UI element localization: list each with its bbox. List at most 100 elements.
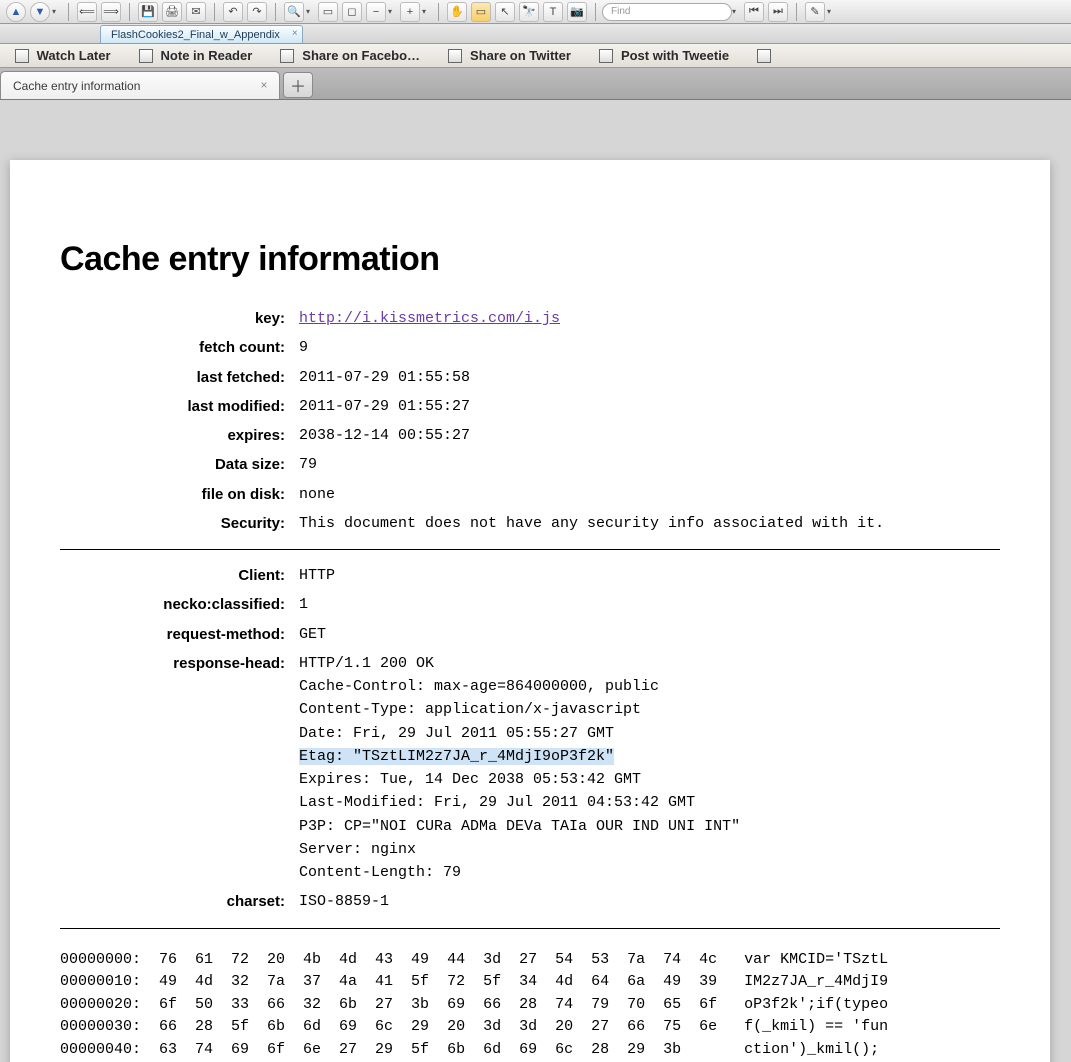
key-link[interactable]: http://i.kissmetrics.com/i.js [299, 310, 560, 327]
print-button[interactable]: 🖨 [162, 2, 182, 22]
bookmark-item[interactable]: Share on Facebo… [280, 48, 420, 63]
find-placeholder: Find [611, 6, 630, 17]
checkbox-icon [139, 49, 153, 63]
label-last-fetched: last fetched: [60, 366, 285, 389]
binoculars-button[interactable]: 🔭 [519, 2, 539, 22]
undo-button[interactable]: ↶ [223, 2, 243, 22]
zoom-out-button[interactable]: − [366, 2, 386, 22]
close-icon[interactable]: × [292, 28, 298, 39]
value-last-modified: 2011-07-29 01:55:27 [299, 395, 1000, 418]
zoom-out-dropdown-icon[interactable]: ▾ [388, 7, 396, 16]
bookmark-item[interactable] [757, 49, 779, 63]
text-tool-button[interactable]: T [543, 2, 563, 22]
checkbox-icon [757, 49, 771, 63]
forward-button[interactable]: ⟹ [101, 2, 121, 22]
label-data-size: Data size: [60, 453, 285, 476]
fit-page-button[interactable]: ◻ [342, 2, 362, 22]
close-icon[interactable]: × [257, 78, 271, 92]
checkbox-icon [15, 49, 29, 63]
find-prev-button[interactable]: ⏮ [744, 2, 764, 22]
label-necko: necko:classified: [60, 593, 285, 616]
snapshot-tool-button[interactable]: 📷 [567, 2, 587, 22]
label-response-head: response-head: [60, 652, 285, 885]
zoom-in-button[interactable]: + [400, 2, 420, 22]
checkbox-icon [280, 49, 294, 63]
hex-row: 00000020: 6f 50 33 66 32 6b 27 3b 69 66 … [60, 996, 888, 1013]
label-key: key: [60, 307, 285, 330]
label-request-method: request-method: [60, 623, 285, 646]
find-dropdown-icon[interactable]: ▾ [732, 7, 740, 16]
page-title: Cache entry information [60, 240, 1000, 279]
bookmark-label: Share on Facebo… [302, 48, 420, 63]
bookmark-label: Share on Twitter [470, 48, 571, 63]
value-fetch-count: 9 [299, 336, 1000, 359]
save-button[interactable]: 💾 [138, 2, 158, 22]
section-1: key: http://i.kissmetrics.com/i.js fetch… [60, 307, 1000, 535]
document-tab-label: FlashCookies2_Final_w_Appendix [111, 29, 280, 41]
hexdump: 00000000: 76 61 72 20 4b 4d 43 49 44 3d … [60, 949, 1000, 1062]
back-button[interactable]: ⟸ [77, 2, 97, 22]
bookmark-label: Post with Tweetie [621, 48, 729, 63]
pointer-tool-button[interactable]: ↖ [495, 2, 515, 22]
hex-row: 00000000: 76 61 72 20 4b 4d 43 49 44 3d … [60, 951, 888, 968]
zoom-in-dropdown-icon[interactable]: ▾ [422, 7, 430, 16]
value-request-method: GET [299, 623, 1000, 646]
new-tab-button[interactable]: ＋ [283, 72, 313, 98]
edit-tool-button[interactable]: ✎ [805, 2, 825, 22]
browser-tab-label: Cache entry information [13, 79, 140, 93]
hex-row: 00000040: 63 74 69 6f 6e 27 29 5f 6b 6d … [60, 1041, 879, 1058]
bookmark-item[interactable]: Share on Twitter [448, 48, 571, 63]
section-2: Client: HTTP necko:classified: 1 request… [60, 564, 1000, 914]
bookmark-item[interactable]: Post with Tweetie [599, 48, 729, 63]
hex-row: 00000010: 49 4d 32 7a 37 4a 41 5f 72 5f … [60, 973, 888, 990]
divider [60, 928, 1000, 929]
browser-tab[interactable]: Cache entry information × [0, 71, 280, 99]
value-necko: 1 [299, 593, 1000, 616]
value-data-size: 79 [299, 453, 1000, 476]
checkbox-icon [599, 49, 613, 63]
prev-page-button[interactable]: ▲ [6, 2, 26, 22]
value-response-head: HTTP/1.1 200 OK Cache-Control: max-age=8… [299, 652, 1000, 885]
value-last-fetched: 2011-07-29 01:55:58 [299, 366, 1000, 389]
document-tab-strip: FlashCookies2_Final_w_Appendix × [0, 24, 1071, 44]
hand-tool-button[interactable]: ✋ [447, 2, 467, 22]
redo-button[interactable]: ↷ [247, 2, 267, 22]
zoom-dropdown-icon[interactable]: ▾ [306, 7, 314, 16]
value-security: This document does not have any security… [299, 512, 1000, 535]
bookmark-label: Note in Reader [161, 48, 253, 63]
bookmark-label: Watch Later [37, 48, 111, 63]
pdf-toolbar: ▲ ▼ ▾ ⟸ ⟹ 💾 🖨 ✉ ↶ ↷ 🔍 ▾ ▭ ◻ − ▾ + ▾ ✋ ▭ … [0, 0, 1071, 24]
value-key: http://i.kissmetrics.com/i.js [299, 307, 1000, 330]
label-client: Client: [60, 564, 285, 587]
highlighted-etag: Etag: "TSztLIM2z7JA_r_4MdjI9oP3f2k" [299, 748, 614, 765]
next-page-button[interactable]: ▼ [30, 2, 50, 22]
value-file-on-disk: none [299, 483, 1000, 506]
label-charset: charset: [60, 890, 285, 913]
label-last-modified: last modified: [60, 395, 285, 418]
page-nav-dropdown-icon[interactable]: ▾ [52, 7, 60, 16]
bookmark-item[interactable]: Note in Reader [139, 48, 253, 63]
value-client: HTTP [299, 564, 1000, 587]
checkbox-icon [448, 49, 462, 63]
value-charset: ISO-8859-1 [299, 890, 1000, 913]
document-page: Cache entry information key: http://i.ki… [10, 160, 1050, 1062]
select-tool-button[interactable]: ▭ [471, 2, 491, 22]
label-file-on-disk: file on disk: [60, 483, 285, 506]
bookmark-item[interactable]: Watch Later [15, 48, 111, 63]
hex-row: 00000030: 66 28 5f 6b 6d 69 6c 29 20 3d … [60, 1018, 888, 1035]
viewport: Cache entry information key: http://i.ki… [0, 100, 1071, 1062]
mail-button[interactable]: ✉ [186, 2, 206, 22]
find-next-button[interactable]: ⏭ [768, 2, 788, 22]
edit-dropdown-icon[interactable]: ▾ [827, 7, 835, 16]
find-input[interactable]: Find [602, 3, 732, 21]
value-expires: 2038-12-14 00:55:27 [299, 424, 1000, 447]
label-security: Security: [60, 512, 285, 535]
label-fetch-count: fetch count: [60, 336, 285, 359]
fit-width-button[interactable]: ▭ [318, 2, 338, 22]
bookmark-bar: ter Watch Later Note in Reader Share on … [0, 44, 1071, 68]
zoom-actual-button[interactable]: 🔍 [284, 2, 304, 22]
document-tab[interactable]: FlashCookies2_Final_w_Appendix × [100, 25, 303, 43]
divider [60, 549, 1000, 550]
label-expires: expires: [60, 424, 285, 447]
browser-tab-strip: Cache entry information × ＋ [0, 68, 1071, 100]
